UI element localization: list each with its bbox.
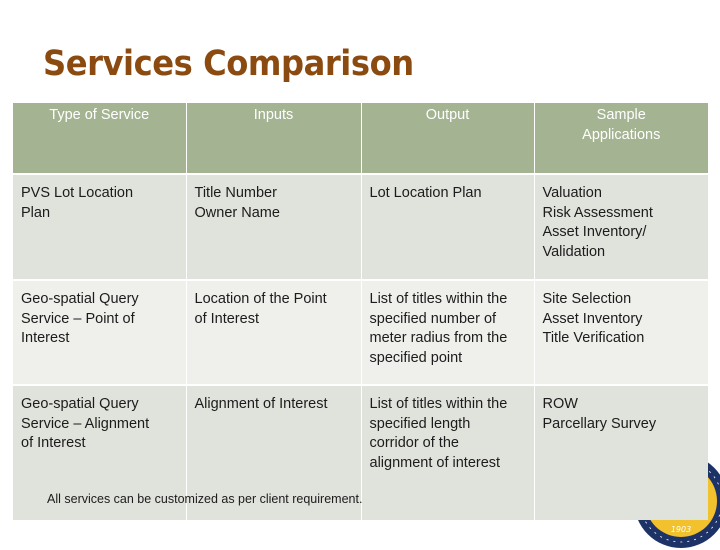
seal-year: 1903: [671, 525, 691, 534]
cell-applications: Valuation Risk Assessment Asset Inventor…: [533, 174, 708, 281]
cell-inputs: Title Number Owner Name: [185, 174, 362, 281]
services-comparison-table: Type of Service Inputs Output Sample App…: [13, 103, 708, 520]
footnote: All services can be customized as per cl…: [47, 492, 363, 506]
header-sample-applications: Sample Applications: [533, 103, 708, 175]
cell-service: PVS Lot Location Plan: [13, 174, 187, 281]
table-header-row: Type of Service Inputs Output Sample App…: [13, 103, 708, 175]
slide-title: Services Comparison: [43, 44, 414, 84]
cell-output: Lot Location Plan: [360, 174, 535, 281]
services-comparison-table-wrap: Type of Service Inputs Output Sample App…: [13, 103, 708, 520]
cell-applications: ROW Parcellary Survey: [533, 385, 708, 520]
table-row: Geo-spatial Query Service – Point of Int…: [13, 280, 708, 386]
cell-output: List of titles within the specified numb…: [360, 280, 535, 386]
cell-inputs: Location of the Point of Interest: [185, 280, 362, 386]
header-output: Output: [360, 103, 535, 175]
cell-applications: Site Selection Asset Inventory Title Ver…: [533, 280, 708, 386]
cell-service: Geo-spatial Query Service – Point of Int…: [13, 280, 187, 386]
cell-output: List of titles within the specified leng…: [360, 385, 535, 520]
header-type-of-service: Type of Service: [13, 103, 187, 175]
header-inputs: Inputs: [185, 103, 362, 175]
table-row: PVS Lot Location Plan Title Number Owner…: [13, 174, 708, 281]
